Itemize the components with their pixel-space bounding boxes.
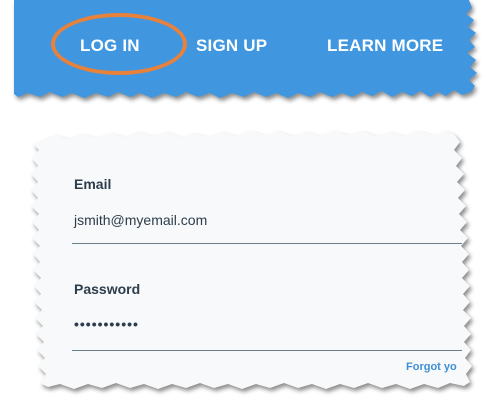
password-field-underline: [72, 350, 462, 351]
email-field-underline: [72, 243, 462, 244]
nav-learn-more-link[interactable]: LEARN MORE: [327, 36, 443, 56]
nav-login-link[interactable]: LOG IN: [80, 36, 140, 56]
password-field[interactable]: •••••••••••: [74, 316, 139, 332]
nav-signup-link[interactable]: SIGN UP: [196, 36, 267, 56]
login-form-snippet: Email jsmith@myemail.com Password ••••••…: [28, 128, 476, 394]
forgot-password-link[interactable]: Forgot yo: [406, 361, 462, 373]
email-label: Email: [74, 176, 112, 192]
nav-bar-snippet: LOG IN SIGN UP LEARN MORE: [14, 0, 482, 108]
password-label: Password: [74, 281, 141, 297]
email-field[interactable]: jsmith@myemail.com: [74, 212, 207, 228]
